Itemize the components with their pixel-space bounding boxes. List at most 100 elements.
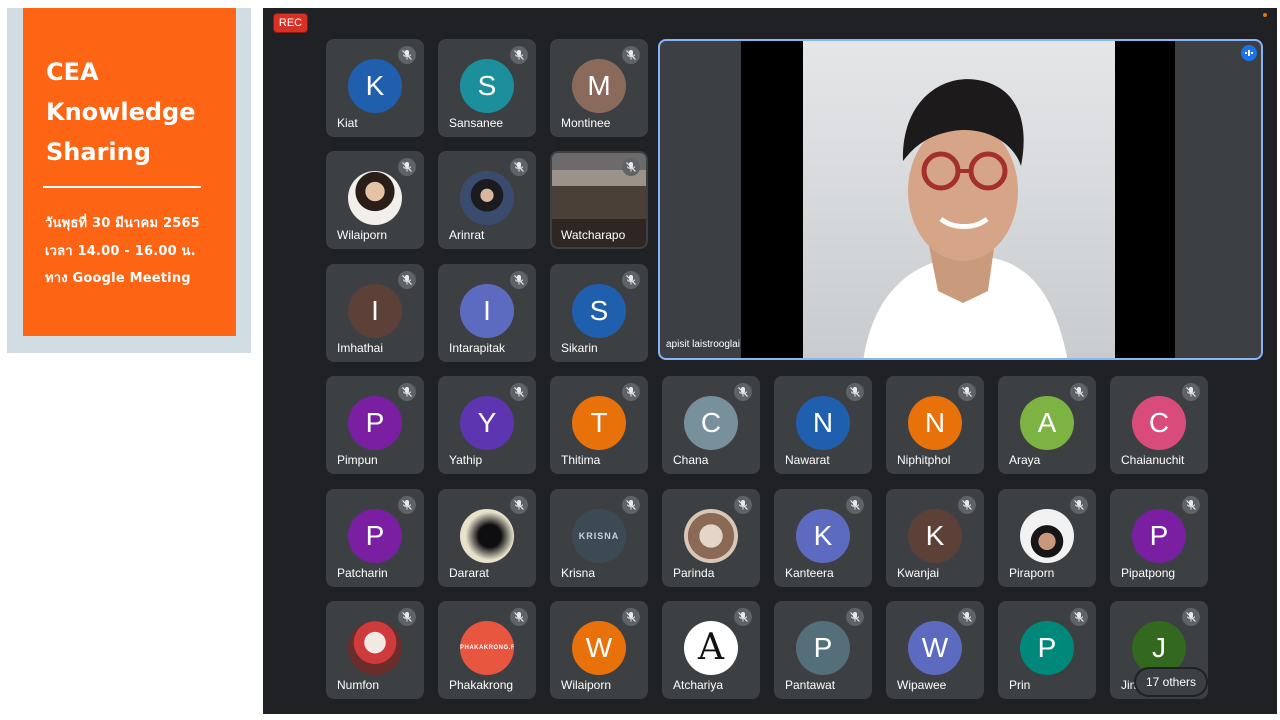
mic-muted-icon [1070, 383, 1088, 401]
participant-tile[interactable]: A Araya [998, 376, 1096, 474]
mic-muted-icon [510, 496, 528, 514]
event-poster-frame: CEA Knowledge Sharing วันพุธที่ 30 มีนาค… [7, 8, 251, 353]
participant-tile[interactable]: Numfon [326, 601, 424, 699]
participant-avatar: P [348, 396, 402, 450]
participant-tile[interactable]: Arinrat [438, 151, 536, 249]
participant-name: Thitima [561, 453, 601, 467]
participant-avatar [348, 621, 402, 675]
participant-tile[interactable]: Piraporn [998, 489, 1096, 587]
screen: CEA Knowledge Sharing วันพุธที่ 30 มีนาค… [0, 0, 1280, 720]
mic-muted-icon [622, 271, 640, 289]
participant-name: Araya [1009, 453, 1041, 467]
poster-divider [43, 186, 201, 188]
participant-name: Pipatpong [1121, 566, 1176, 580]
participant-name: Wilaiporn [337, 228, 388, 242]
participant-tile[interactable]: P Pimpun [326, 376, 424, 474]
participant-name: Atchariya [673, 678, 724, 692]
participant-avatar: S [572, 284, 626, 338]
participant-tile[interactable]: P Prin [998, 601, 1096, 699]
letterbox-left [741, 41, 803, 358]
participant-tile[interactable]: T Thitima [550, 376, 648, 474]
participant-tile[interactable]: Wilaiporn [326, 151, 424, 249]
mic-muted-icon [510, 158, 528, 176]
participant-avatar: K [908, 509, 962, 563]
participant-tile[interactable]: N Nawarat [774, 376, 872, 474]
participant-name: Kwanjai [897, 566, 940, 580]
others-count-chip[interactable]: 17 others [1136, 669, 1206, 695]
participant-avatar: I [348, 284, 402, 338]
participant-avatar: Y [460, 396, 514, 450]
participant-tile[interactable]: K Kwanjai [886, 489, 984, 587]
participant-avatar: P [796, 621, 850, 675]
participant-tile[interactable]: I Imhathai [326, 264, 424, 362]
participant-name: Numfon [337, 678, 380, 692]
participant-tile[interactable]: S Sansanee [438, 39, 536, 137]
participant-avatar: K [796, 509, 850, 563]
participant-tile[interactable]: W Wilaiporn [550, 601, 648, 699]
participant-tile[interactable]: Y Yathip [438, 376, 536, 474]
participant-tile[interactable]: Parinda [662, 489, 760, 587]
participant-tile[interactable]: Dararat [438, 489, 536, 587]
mic-muted-icon [622, 608, 640, 626]
participant-avatar: P [1132, 509, 1186, 563]
mic-muted-icon [846, 608, 864, 626]
participant-avatar: C [1132, 396, 1186, 450]
mic-muted-icon [958, 608, 976, 626]
participant-name: Piraporn [1009, 566, 1055, 580]
poster-date: วันพุธที่ 30 มีนาคม 2565 [45, 216, 200, 231]
mic-muted-icon [398, 158, 416, 176]
participant-tile[interactable]: A Atchariya [662, 601, 760, 699]
poster-title-line: Knowledge [46, 98, 196, 126]
participant-tile[interactable]: C Chaianuchit [1110, 376, 1208, 474]
mic-muted-icon [510, 271, 528, 289]
participant-avatar [684, 509, 738, 563]
participant-tile[interactable]: S Sikarin [550, 264, 648, 362]
participant-tile[interactable]: I Intarapitak [438, 264, 536, 362]
mic-muted-icon [510, 46, 528, 64]
mic-muted-icon [846, 496, 864, 514]
mic-muted-icon [510, 383, 528, 401]
mic-muted-icon [622, 46, 640, 64]
participant-name: Sikarin [561, 341, 598, 355]
participant-avatar [1020, 509, 1074, 563]
participant-tile[interactable]: N Niphitphol [886, 376, 984, 474]
event-poster: CEA Knowledge Sharing วันพุธที่ 30 มีนาค… [23, 8, 236, 336]
mic-muted-icon [1182, 608, 1200, 626]
participant-tile[interactable]: W Wipawee [886, 601, 984, 699]
mic-muted-icon [622, 383, 640, 401]
recording-badge: REC [273, 13, 308, 33]
participant-name: Wilaiporn [561, 678, 612, 692]
mic-muted-icon [510, 608, 528, 626]
participant-name: Chana [673, 453, 709, 467]
participant-name: Nawarat [785, 453, 830, 467]
active-speaker-tile[interactable]: apisit laistrooglai [658, 39, 1263, 360]
poster-title: CEA Knowledge Sharing [46, 52, 226, 172]
speaker-portrait [863, 79, 1068, 358]
participant-name: Pantawat [785, 678, 836, 692]
participant-tile[interactable]: P Pantawat [774, 601, 872, 699]
meet-call-window: REC apisit laistrooglai K Kiat S Sansane… [263, 8, 1277, 714]
participant-avatar: S [460, 59, 514, 113]
participant-tile[interactable]: M Montinee [550, 39, 648, 137]
participant-tile[interactable]: PHAKAKRONG.F Phakakrong [438, 601, 536, 699]
mic-muted-icon [734, 383, 752, 401]
participant-avatar: W [908, 621, 962, 675]
mic-muted-icon [398, 496, 416, 514]
participant-tile[interactable]: K Kiat [326, 39, 424, 137]
mic-muted-icon [398, 46, 416, 64]
poster-time: เวลา 14.00 - 16.00 น. [45, 243, 196, 259]
participant-tile[interactable]: Watcharapo [550, 151, 648, 249]
speaking-indicator-icon [1241, 45, 1257, 61]
mic-muted-icon [1182, 496, 1200, 514]
participant-tile[interactable]: P Patcharin [326, 489, 424, 587]
participant-tile[interactable]: P Pipatpong [1110, 489, 1208, 587]
mic-muted-icon [1182, 383, 1200, 401]
participant-tile[interactable]: K Kanteera [774, 489, 872, 587]
participant-avatar: K [348, 59, 402, 113]
participant-tile[interactable]: C Chana [662, 376, 760, 474]
mic-muted-icon [958, 496, 976, 514]
speaker-name-label: apisit laistrooglai [666, 339, 740, 350]
participant-name: Watcharapo [561, 228, 626, 242]
participant-tile[interactable]: KRISNA Krisna [550, 489, 648, 587]
participant-name: Kanteera [785, 566, 834, 580]
